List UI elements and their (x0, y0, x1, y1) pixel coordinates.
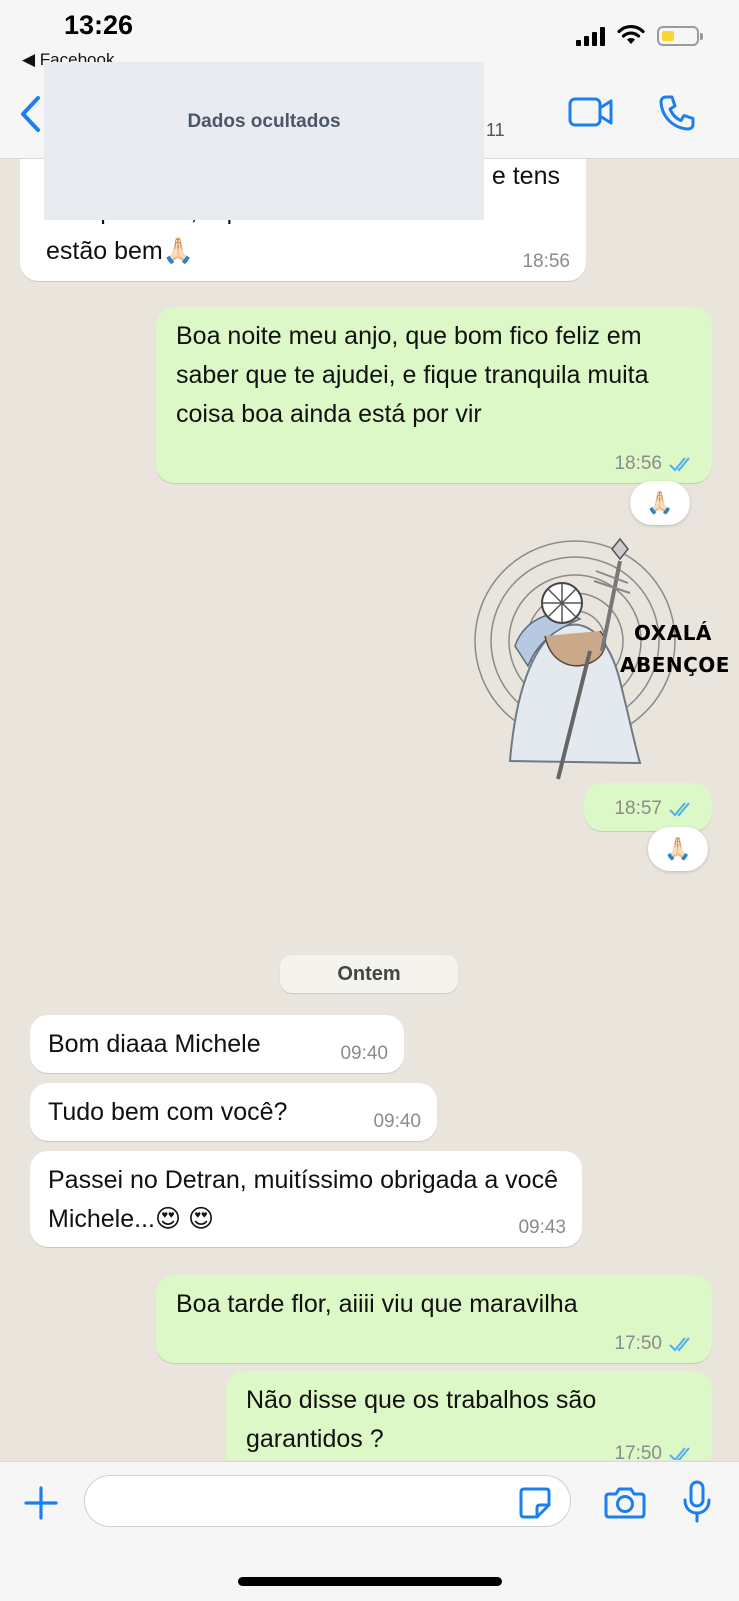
date-separator: Ontem (280, 955, 458, 993)
message-meta: 09:40 (340, 1044, 388, 1064)
sticker-caption-line1: OXALÁ (634, 621, 712, 645)
double-check-icon (669, 457, 690, 472)
message-incoming[interactable]: Passei no Detran, muitíssimo obrigada a … (30, 1151, 582, 1247)
double-check-icon (669, 1447, 690, 1460)
back-chevron-icon[interactable] (18, 94, 42, 134)
double-check-icon (669, 1337, 690, 1352)
message-text: Boa noite meu anjo, que bom fico feliz e… (176, 322, 649, 428)
message-outgoing[interactable]: Boa tarde flor, aiiii viu que maravilha … (156, 1275, 712, 1363)
message-time: 17:50 (614, 1333, 662, 1354)
message-incoming[interactable]: Bom diaaa Michele 09:40 (30, 1015, 404, 1073)
contact-subtitle-fragment: 11 (486, 120, 505, 140)
plus-icon[interactable] (22, 1484, 60, 1522)
message-meta: 17:50 (614, 1444, 696, 1460)
battery-icon (657, 26, 703, 46)
message-text: Tudo bem com você? (48, 1098, 288, 1126)
message-time: 09:40 (373, 1111, 421, 1132)
message-text: Passei no Detran, muitíssimo obrigada a … (48, 1166, 558, 1233)
message-meta: 18:56 (522, 252, 570, 272)
signal-icon (576, 26, 605, 46)
message-meta: 18:57 (614, 799, 696, 819)
message-meta: 09:43 (518, 1218, 566, 1238)
message-input[interactable] (84, 1475, 571, 1527)
status-icons (576, 24, 703, 46)
status-time: 13:26 (64, 10, 134, 40)
sticker-meta-bubble: 18:57 (584, 783, 712, 831)
hidden-contact-info-overlay: Dados ocultados (44, 62, 484, 220)
status-bar: 13:26 ◀ Facebook (0, 0, 739, 70)
video-call-icon[interactable] (568, 96, 614, 128)
message-reaction[interactable]: 🙏🏻 (648, 827, 708, 871)
message-text: Boa tarde flor, aiiii viu que maravilha (176, 1290, 578, 1318)
message-incoming[interactable]: Tudo bem com você? 09:40 (30, 1083, 437, 1141)
message-text: estão bem🙏🏻 (46, 237, 194, 265)
wifi-icon (617, 24, 645, 44)
message-text: Bom diaaa Michele (48, 1030, 261, 1058)
hidden-data-label: Dados ocultados (187, 111, 341, 132)
message-time: 18:57 (614, 798, 662, 819)
message-time: 09:40 (340, 1043, 388, 1064)
double-check-icon (669, 802, 690, 817)
oxala-sticker[interactable]: OXALÁ ABENÇOE (470, 531, 729, 781)
chat-messages-area[interactable]: e tens feito por mim, aqui em casa as co… (0, 159, 739, 1460)
sticker-icon[interactable] (518, 1486, 552, 1520)
message-time: 18:56 (522, 251, 570, 272)
microphone-icon[interactable] (682, 1480, 712, 1524)
phone-icon[interactable] (658, 94, 696, 132)
message-meta: 09:40 (373, 1112, 421, 1132)
sticker-caption-line2: ABENÇOE (620, 653, 730, 677)
message-composer (0, 1461, 739, 1601)
message-meta: 18:56 (614, 454, 696, 474)
message-time: 17:50 (614, 1443, 662, 1461)
message-time: 09:43 (518, 1217, 566, 1238)
message-meta: 17:50 (614, 1334, 696, 1354)
camera-icon[interactable] (604, 1485, 646, 1519)
home-indicator (238, 1577, 502, 1586)
message-text-fragment: e tens (491, 162, 560, 190)
message-reaction[interactable]: 🙏🏻 (630, 481, 690, 525)
message-time: 18:56 (614, 453, 662, 474)
message-outgoing[interactable]: Boa noite meu anjo, que bom fico feliz e… (156, 307, 712, 483)
message-outgoing[interactable]: Não disse que os trabalhos são garantido… (226, 1371, 712, 1460)
